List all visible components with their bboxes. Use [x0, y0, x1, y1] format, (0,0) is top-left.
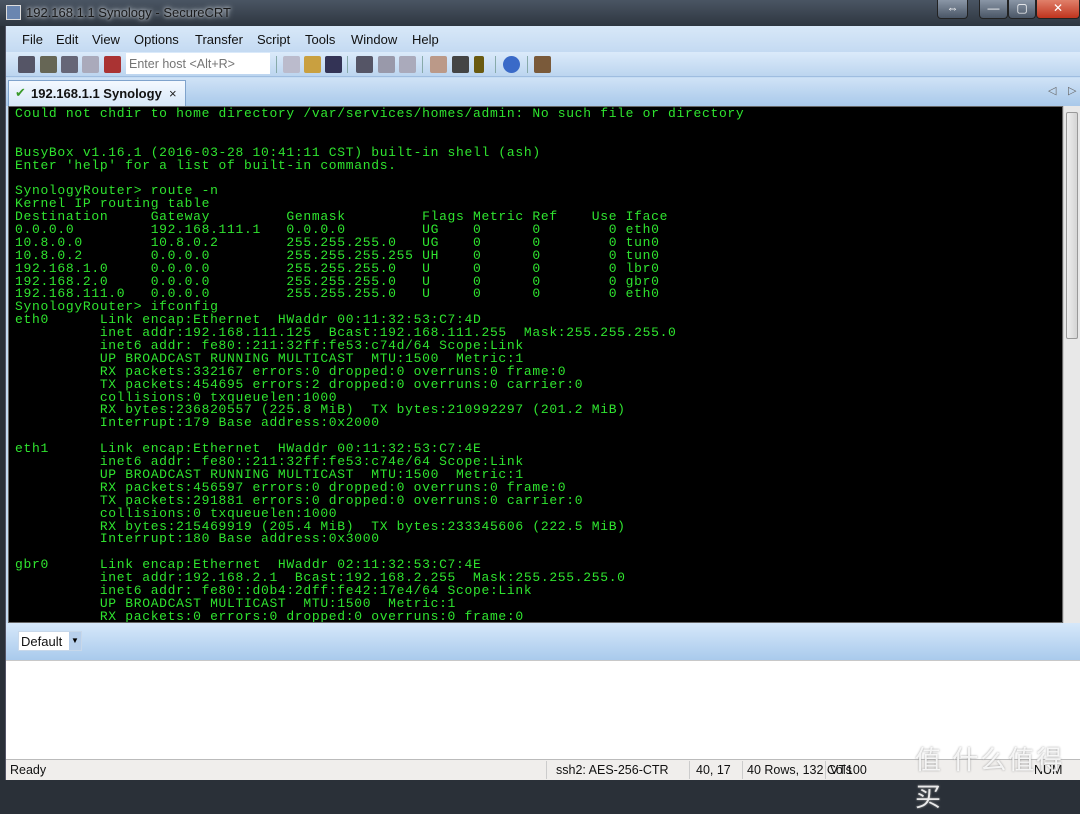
menu-options[interactable]: Options [134, 32, 179, 47]
snap-button[interactable]: ⇔ [937, 0, 968, 19]
securecrt-window: File Edit View Options Transfer Script T… [5, 26, 1080, 780]
tab-scroll-right-icon[interactable]: ▷ [1068, 84, 1076, 97]
connected-check-icon: ✔ [15, 85, 26, 100]
terminal-line: Could not chdir to home directory /var/s… [15, 106, 745, 121]
minimize-button[interactable]: — [979, 0, 1008, 19]
status-divider [825, 761, 826, 779]
menu-tools[interactable]: Tools [305, 32, 335, 47]
print-screen-icon[interactable] [356, 56, 373, 73]
find-icon[interactable] [325, 56, 342, 73]
help-icon[interactable] [503, 56, 520, 73]
terminal-line: Enter 'help' for a list of built-in comm… [15, 157, 397, 173]
maximize-button[interactable]: ▢ [1008, 0, 1036, 19]
menu-transfer[interactable]: Transfer [195, 32, 243, 47]
terminal-scrollbar[interactable] [1063, 106, 1080, 623]
connect-icon[interactable] [18, 56, 35, 73]
menu-script[interactable]: Script [257, 32, 290, 47]
copy-icon[interactable] [283, 56, 300, 73]
toolbar-separator [347, 56, 348, 73]
command-bar: Default ▼ [6, 623, 1080, 660]
tab-label: 192.168.1.1 Synology [31, 86, 162, 101]
session-options-icon[interactable] [430, 56, 447, 73]
status-cipher: ssh2: AES-256-CTR [556, 763, 669, 777]
session-select[interactable]: Default ▼ [18, 631, 82, 651]
sftp-icon[interactable] [534, 56, 551, 73]
menu-bar: File Edit View Options Transfer Script T… [6, 26, 1080, 52]
menu-file[interactable]: File [22, 32, 43, 47]
paste-icon[interactable] [304, 56, 321, 73]
global-options-icon[interactable] [452, 56, 469, 73]
securecrt-app-icon [6, 5, 21, 20]
menu-edit[interactable]: Edit [56, 32, 78, 47]
title-bar: 192.168.1.1 Synology - SecureCRT ⇔ — ▢ ✕ [0, 0, 1080, 26]
keymap-icon[interactable] [474, 56, 484, 73]
toolbar [6, 52, 1080, 77]
watermark-logo: 值 什么值得买 [915, 745, 1065, 812]
connect-tab-icon[interactable] [61, 56, 78, 73]
tab-synology-session[interactable]: ✔ 192.168.1.1 Synology × [8, 80, 186, 106]
session-select-value: Default [21, 634, 63, 649]
host-input[interactable] [126, 53, 270, 74]
reconnect-icon[interactable] [82, 56, 99, 73]
terminal-lines: Could not chdir to home directory /var/s… [15, 106, 745, 623]
status-cursor: 40, 17 [696, 763, 731, 777]
status-divider [689, 761, 690, 779]
quick-connect-icon[interactable] [40, 56, 57, 73]
tab-bar: ✔ 192.168.1.1 Synology × ◁ ▷ [6, 78, 1080, 106]
toolbar-separator [422, 56, 423, 73]
disconnect-icon[interactable] [104, 56, 121, 73]
print-icon[interactable] [399, 56, 416, 73]
toolbar-separator [495, 56, 496, 73]
status-ready: Ready [10, 763, 47, 777]
terminal-line: RX packets:0 errors:0 dropped:0 overruns… [15, 608, 524, 623]
terminal-output[interactable]: Could not chdir to home directory /var/s… [8, 106, 1063, 623]
chevron-down-icon[interactable]: ▼ [69, 632, 81, 650]
tab-close-icon[interactable]: × [169, 86, 177, 101]
scrollbar-thumb[interactable] [1066, 112, 1078, 339]
window-title: 192.168.1.1 Synology - SecureCRT [26, 5, 231, 20]
close-button[interactable]: ✕ [1036, 0, 1080, 19]
menu-view[interactable]: View [92, 32, 120, 47]
toolbar-separator [276, 56, 277, 73]
status-divider [742, 761, 743, 779]
status-divider [546, 761, 547, 779]
print-selection-icon[interactable] [378, 56, 395, 73]
menu-window[interactable]: Window [351, 32, 397, 47]
terminal-line: Interrupt:180 Base address:0x3000 [15, 531, 380, 547]
menu-help[interactable]: Help [412, 32, 439, 47]
terminal-line: Interrupt:179 Base address:0x2000 [15, 415, 380, 431]
toolbar-separator [527, 56, 528, 73]
status-emulation: VT100 [830, 763, 867, 777]
tab-scroll-left-icon[interactable]: ◁ [1048, 84, 1056, 97]
